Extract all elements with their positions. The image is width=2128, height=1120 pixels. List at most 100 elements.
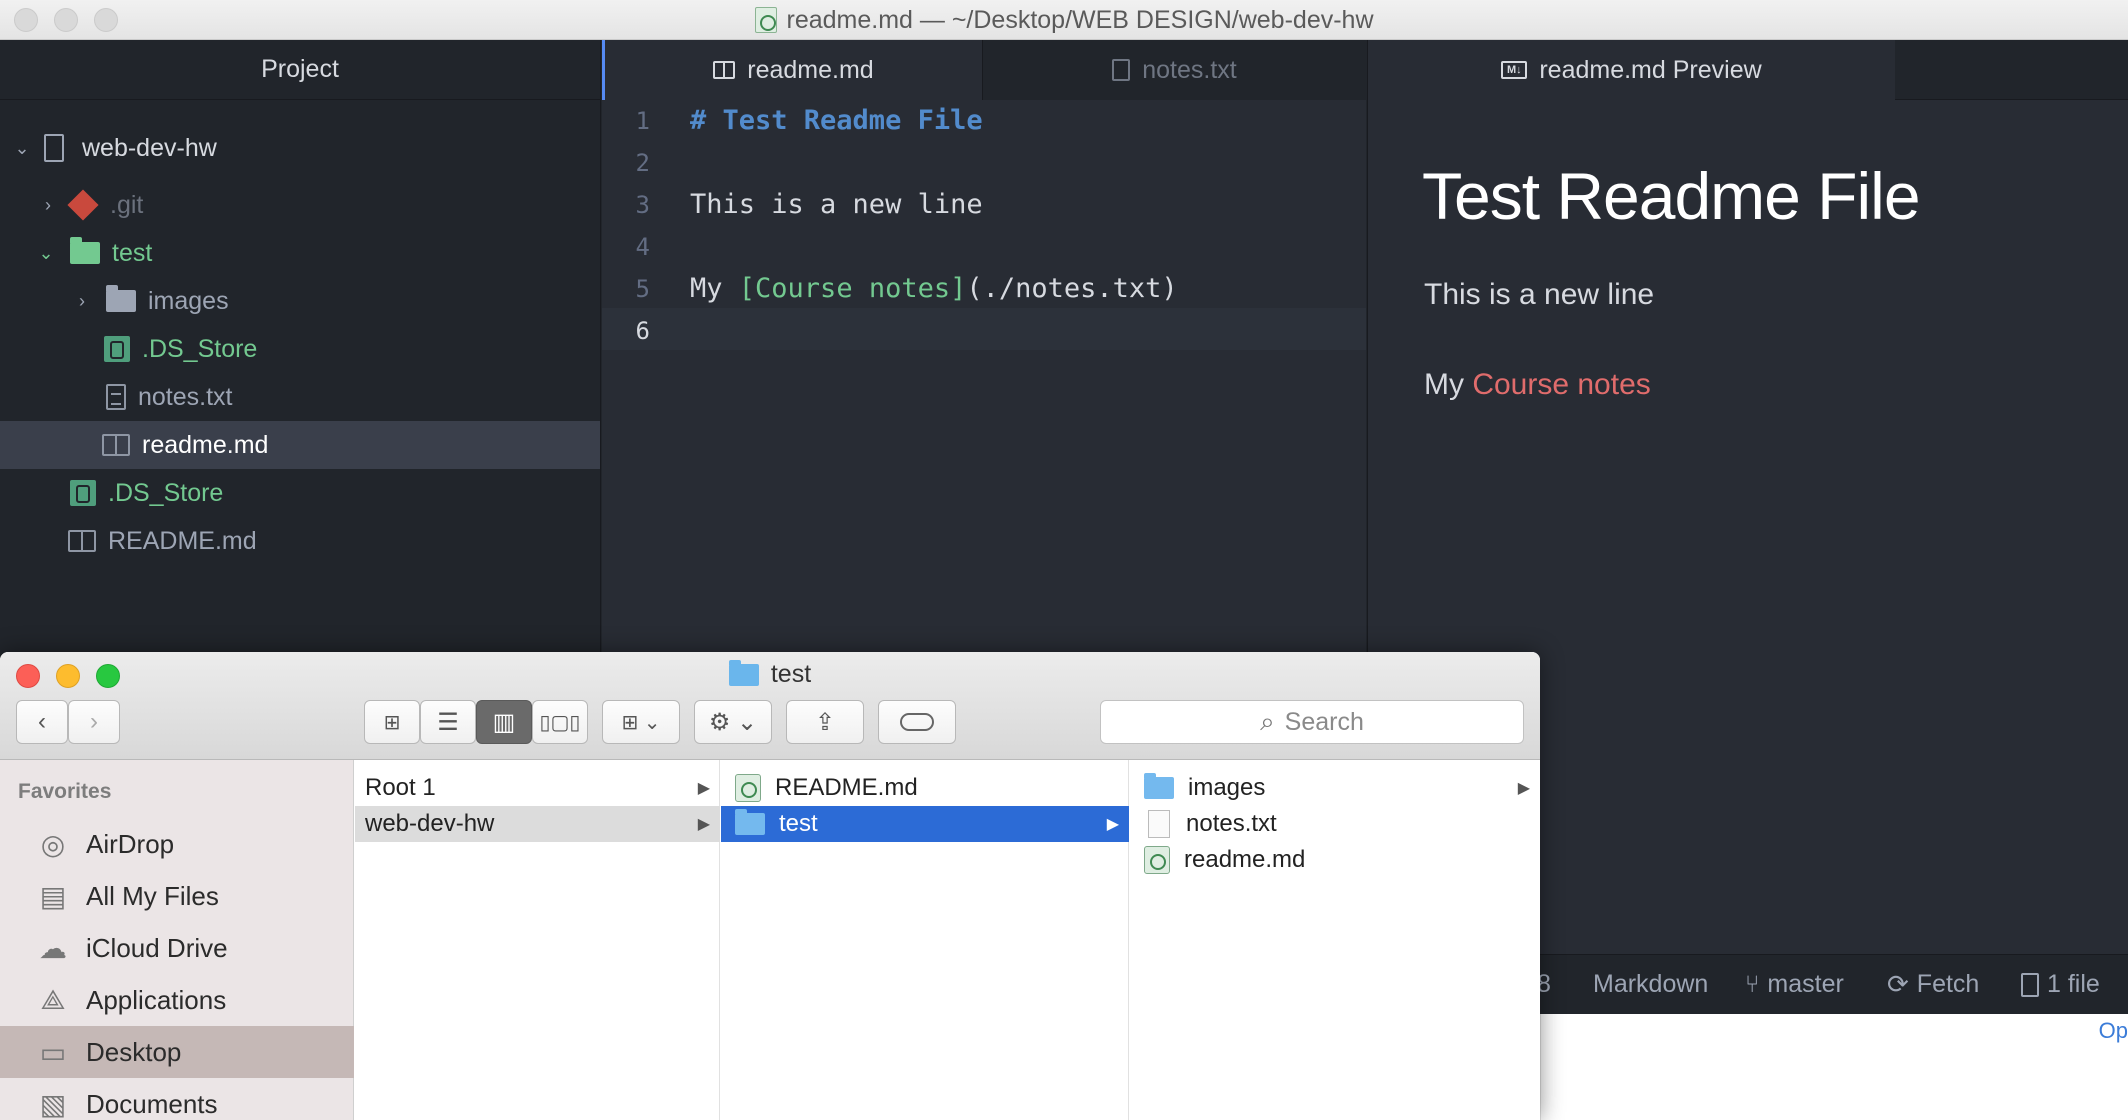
- tag-icon: [900, 713, 934, 731]
- chevron-right-icon: ›: [90, 708, 98, 735]
- line-number: 4: [635, 233, 650, 261]
- code-text: My: [690, 273, 739, 304]
- code-line-1[interactable]: # Test Readme File: [690, 100, 983, 142]
- text-file-icon: [1112, 59, 1131, 81]
- column-item-test[interactable]: test ▶: [721, 806, 1129, 842]
- text-file-icon: [106, 384, 126, 410]
- tree-item-readme-md[interactable]: readme.md: [0, 421, 600, 469]
- text-file-icon: [1148, 810, 1170, 838]
- sidebar-item-icloud-drive[interactable]: ☁ iCloud Drive: [0, 922, 354, 974]
- sidebar-item-desktop[interactable]: ▭ Desktop: [0, 1026, 354, 1078]
- grammar-selector[interactable]: Markdown: [1593, 970, 1708, 999]
- arrange-button[interactable]: ⊞ ⌄: [602, 700, 680, 744]
- code-line-5[interactable]: My [Course notes](./notes.txt): [690, 268, 1178, 310]
- column-item-root-1[interactable]: Root 1 ▶: [355, 770, 720, 806]
- branch-label: master: [1767, 970, 1844, 998]
- tab-readme-md[interactable]: readme.md: [602, 40, 982, 100]
- tree-item-label: test: [112, 238, 153, 267]
- column-item-label: web-dev-hw: [365, 810, 495, 837]
- code-line-3[interactable]: This is a new line: [690, 184, 983, 226]
- column-item-images[interactable]: images ▶: [1130, 770, 1540, 806]
- icon-view-button[interactable]: ⊞: [364, 700, 420, 744]
- chevron-right-icon[interactable]: ›: [72, 291, 92, 312]
- preview-tab-bar: M↓ readme.md Preview: [1368, 40, 2128, 100]
- book-icon: [68, 530, 96, 552]
- tree-item-images[interactable]: › images: [0, 277, 600, 325]
- share-icon: ⇪: [814, 708, 836, 736]
- line-number: 1: [635, 107, 650, 135]
- column-view-button[interactable]: ▥: [476, 700, 532, 744]
- forward-button[interactable]: ›: [68, 700, 120, 744]
- column-item-readme-md[interactable]: README.md: [721, 770, 1129, 806]
- window-title: readme.md — ~/Desktop/WEB DESIGN/web-dev…: [0, 0, 2128, 40]
- tree-item-web-dev-hw[interactable]: ⌄ web-dev-hw: [0, 124, 600, 172]
- finder-toolbar: test ‹ › ⊞ ☰ ▥ ▯▢▯ ⊞ ⌄ ⚙ ⌄ ⇪ ⌕ Search: [0, 652, 1540, 760]
- cursor-line-highlight: [602, 308, 1366, 350]
- cover-flow-icon: ▯▢▯: [539, 711, 581, 734]
- tree-item-test[interactable]: ⌄ test: [0, 229, 600, 277]
- preview-text: My: [1424, 368, 1473, 401]
- sidebar-item-label: AirDrop: [86, 828, 175, 859]
- tree-item-ds-store-root[interactable]: .DS_Store: [0, 469, 600, 517]
- chevron-right-icon[interactable]: ›: [38, 195, 58, 216]
- sidebar-item-label: Documents: [86, 1088, 218, 1119]
- cover-flow-button[interactable]: ▯▢▯: [532, 700, 588, 744]
- finder-file-icon: [104, 336, 130, 362]
- sidebar-item-label: iCloud Drive: [86, 932, 228, 963]
- column-item-readme-md-test[interactable]: readme.md: [1130, 842, 1540, 878]
- back-button[interactable]: ‹: [16, 700, 68, 744]
- tree-item-ds-store[interactable]: .DS_Store: [0, 325, 600, 373]
- changed-files-label: 1 file: [2047, 970, 2100, 998]
- finder-column-1: Root 1 ▶ web-dev-hw ▶: [355, 760, 720, 1120]
- chevron-down-icon[interactable]: ⌄: [12, 138, 32, 159]
- line-number: 6: [635, 317, 650, 345]
- action-button[interactable]: ⚙ ⌄: [694, 700, 772, 744]
- chevron-left-icon: ‹: [38, 708, 46, 735]
- column-item-label: notes.txt: [1186, 810, 1277, 837]
- sidebar-item-documents[interactable]: ▧ Documents: [0, 1078, 354, 1120]
- sidebar-item-all-my-files[interactable]: ▤ All My Files: [0, 870, 354, 922]
- search-icon: ⌕: [1260, 706, 1275, 736]
- tab-label: readme.md: [747, 55, 874, 84]
- search-field[interactable]: ⌕ Search: [1100, 700, 1524, 744]
- chevron-down-icon[interactable]: ⌄: [36, 243, 56, 264]
- fetch-label: Fetch: [1916, 970, 1980, 998]
- tree-item-label: .git: [110, 190, 144, 219]
- tree-item-label: README.md: [108, 526, 257, 555]
- changed-files-button[interactable]: 1 file: [2021, 970, 2100, 999]
- tab-label: readme.md Preview: [1539, 55, 1762, 84]
- column-item-web-dev-hw[interactable]: web-dev-hw ▶: [355, 806, 720, 842]
- book-icon: [102, 434, 130, 456]
- cloud-icon: ☁: [39, 932, 67, 964]
- tree-item-git[interactable]: › .git: [0, 181, 600, 229]
- atom-document-icon: [735, 774, 761, 802]
- git-branch-icon: ⑂: [1745, 970, 1760, 998]
- tree-item-label: .DS_Store: [108, 478, 224, 507]
- markdown-icon: M↓: [1501, 61, 1528, 79]
- share-button[interactable]: ⇪: [786, 700, 864, 744]
- tree-item-readme-root[interactable]: README.md: [0, 517, 600, 565]
- finder-title-text: test: [770, 660, 812, 688]
- preview-link[interactable]: Course notes: [1472, 368, 1650, 401]
- fetch-button[interactable]: ⟳ Fetch: [1887, 969, 1979, 1000]
- tags-button[interactable]: [878, 700, 956, 744]
- tab-readme-preview[interactable]: M↓ readme.md Preview: [1368, 40, 1895, 100]
- search-placeholder: Search: [1284, 707, 1364, 736]
- sidebar-item-applications[interactable]: ⟁ Applications: [0, 974, 354, 1026]
- atom-document-icon: [754, 7, 777, 33]
- column-item-notes-txt[interactable]: notes.txt: [1130, 806, 1540, 842]
- repo-icon: [44, 134, 64, 162]
- tree-item-notes-txt[interactable]: notes.txt: [0, 373, 600, 421]
- preview-heading: Test Readme File: [1422, 159, 1921, 233]
- sidebar-item-airdrop[interactable]: ◎ AirDrop: [0, 818, 354, 870]
- branch-button[interactable]: ⑂ master: [1745, 970, 1844, 999]
- tab-notes-txt[interactable]: notes.txt: [982, 40, 1366, 100]
- disclosure-arrow-icon: ▶: [697, 816, 710, 833]
- all-files-icon: ▤: [39, 880, 67, 912]
- tree-item-label: web-dev-hw: [82, 133, 217, 162]
- column-item-label: images: [1188, 774, 1266, 801]
- sidebar-item-label: Desktop: [86, 1036, 182, 1067]
- folder-icon: [1144, 773, 1174, 799]
- finder-title: test: [0, 659, 1540, 689]
- list-view-button[interactable]: ☰: [420, 700, 476, 744]
